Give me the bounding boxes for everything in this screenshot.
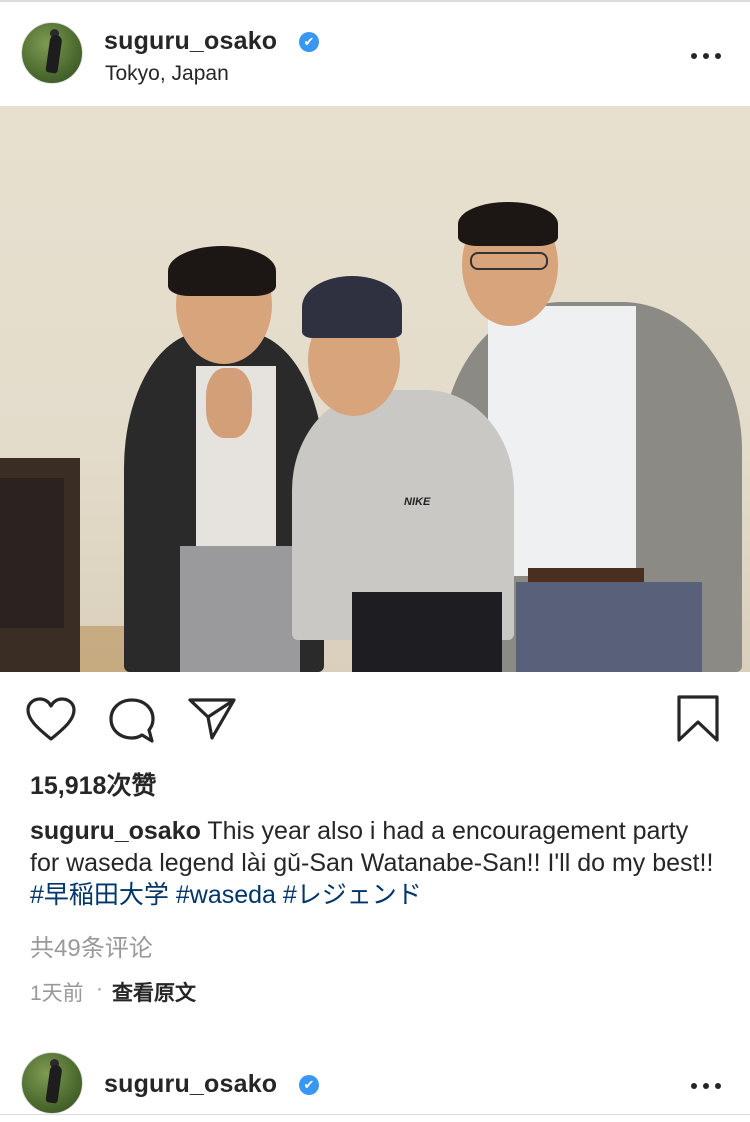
avatar-runner — [45, 34, 63, 74]
avatar[interactable] — [21, 22, 83, 84]
next-post-verified-badge-icon: ✔ — [299, 1075, 319, 1095]
photo-chair-seat — [0, 478, 64, 628]
next-post-avatar[interactable] — [21, 1052, 83, 1114]
post-caption: suguru_osako This year also i had a enco… — [30, 815, 720, 911]
photo-person-right-glasses — [470, 252, 548, 270]
heart-icon[interactable] — [26, 697, 76, 743]
timestamp-separator: · — [96, 977, 103, 1000]
more-options-icon[interactable] — [691, 50, 721, 60]
hashtag-legend[interactable]: #レジェンド — [283, 881, 422, 909]
paper-plane-icon[interactable] — [188, 697, 236, 741]
next-avatar-runner — [45, 1064, 63, 1104]
post-username[interactable]: suguru_osako — [104, 27, 277, 56]
caption-username[interactable]: suguru_osako — [30, 817, 201, 845]
hashtag-waseda-university[interactable]: #早稲田大学 — [30, 881, 169, 909]
comment-bubble-icon[interactable] — [108, 697, 156, 745]
post-timestamp: 1天前 — [30, 982, 84, 1005]
photo-person-left-hair — [168, 246, 276, 296]
photo-person-right-belt — [528, 568, 644, 582]
post-photo[interactable]: NIKE — [0, 106, 750, 672]
bottom-divider — [0, 1114, 750, 1115]
post-location[interactable]: Tokyo, Japan — [105, 62, 229, 86]
see-original-link[interactable]: 查看原文 — [112, 977, 196, 1007]
post-header: suguru_osako ✔ Tokyo, Japan — [0, 2, 750, 106]
hashtag-waseda[interactable]: #waseda — [176, 881, 276, 909]
view-all-comments-link[interactable]: 共49条评论 — [30, 928, 153, 963]
photo-person-right-trousers — [516, 582, 702, 672]
photo-person-right-hair — [458, 202, 558, 246]
photo-shirt-logo: NIKE — [404, 496, 431, 508]
photo-cap — [302, 276, 402, 338]
photo-person-center-shorts — [352, 592, 502, 672]
photo-thumbs-up — [206, 368, 252, 438]
verified-badge-icon: ✔ — [299, 32, 319, 52]
photo-person-left-trousers — [180, 546, 300, 672]
likes-count[interactable]: 15,918次赞 — [30, 766, 156, 802]
next-post-username[interactable]: suguru_osako — [104, 1070, 277, 1099]
bookmark-icon[interactable] — [676, 695, 720, 743]
next-post-more-options-icon[interactable] — [691, 1080, 721, 1090]
